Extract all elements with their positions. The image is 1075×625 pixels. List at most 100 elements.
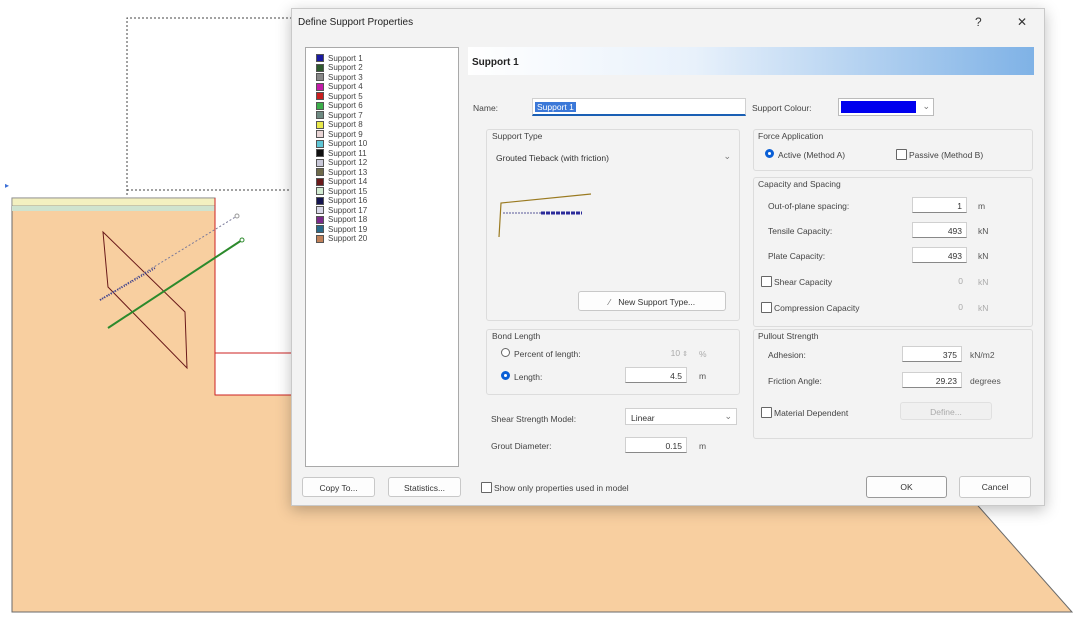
adhesion-unit: kN/m2: [970, 350, 995, 360]
support-list-item[interactable]: Support 17: [316, 205, 367, 215]
friction-angle-label: Friction Angle:: [768, 376, 822, 386]
support-color-swatch: [316, 158, 324, 167]
length-unit: m: [699, 371, 707, 381]
chevron-down-icon: ⌄: [922, 101, 930, 111]
shear-strength-model-select[interactable]: Linear ⌄: [625, 408, 737, 425]
support-list-item[interactable]: Support 8: [316, 120, 363, 130]
spinner-icon[interactable]: ⇕: [682, 351, 688, 358]
support-color-swatch: [316, 111, 324, 119]
support-list-label: Support 9: [328, 129, 363, 139]
support-list-label: Support 16: [328, 196, 368, 205]
material-dependent-checkbox[interactable]: [761, 407, 772, 418]
dialog-titlebar[interactable]: Define Support Properties ? ✕: [292, 9, 1044, 37]
name-input[interactable]: Support 1: [532, 98, 746, 116]
support-list-item[interactable]: Support 12: [316, 158, 367, 168]
support-list-item[interactable]: Support 16: [316, 196, 367, 206]
pullout-strength-label: Pullout Strength: [758, 331, 819, 341]
support-list-label: Support 17: [328, 205, 368, 215]
support-list-item[interactable]: Support 4: [316, 82, 363, 92]
percent-length-radio[interactable]: [501, 348, 510, 357]
support-color-swatch: [316, 54, 324, 62]
support-list-item[interactable]: Support 6: [316, 101, 363, 111]
length-label: Length:: [514, 372, 543, 382]
support-list-item[interactable]: Support 9: [316, 129, 363, 139]
support-list-item[interactable]: Support 14: [316, 177, 367, 187]
support-list-item[interactable]: Support 11: [316, 148, 367, 158]
support-list[interactable]: Support 1 Support 2 Support 3 Support 4 Supp…: [305, 47, 459, 467]
cancel-button[interactable]: Cancel: [959, 476, 1031, 498]
grout-diameter-unit: m: [699, 441, 707, 451]
support-list-label: Support 12: [328, 158, 368, 167]
capacity-row-input[interactable]: 0: [912, 273, 967, 289]
support-type-select[interactable]: Grouted Tieback (with friction) ⌄: [491, 149, 735, 166]
friction-angle-input[interactable]: 29.23: [902, 372, 962, 388]
name-label: Name:: [473, 103, 499, 113]
active-method-label: Active (Method A): [778, 150, 846, 160]
support-list-label: Support 4: [328, 82, 363, 91]
close-button[interactable]: ✕: [1017, 15, 1027, 29]
support-header: Support 1: [468, 47, 1034, 75]
capacity-row-unit: kN: [978, 303, 989, 313]
support-list-label: Support 18: [328, 215, 368, 224]
support-list-label: Support 10: [328, 139, 368, 148]
support-color-swatch: [316, 63, 324, 72]
support-list-item[interactable]: Support 7: [316, 110, 363, 120]
capacity-row-input[interactable]: 493: [912, 222, 967, 238]
capacity-row-input[interactable]: 0: [912, 299, 967, 315]
support-list-item[interactable]: Support 1: [316, 53, 363, 63]
material-dependent-label: Material Dependent: [774, 408, 849, 418]
adhesion-input[interactable]: 375: [902, 346, 962, 362]
copy-to-button[interactable]: Copy To...: [302, 477, 375, 497]
define-button[interactable]: Define...: [900, 402, 992, 420]
surface-layer: [11, 197, 216, 207]
percent-length-input[interactable]: 10 ⇕: [652, 345, 692, 361]
support-list-label: Support 11: [328, 148, 367, 158]
capacity-row-label: Compression Capacity: [774, 303, 860, 313]
shear-capacity-checkbox[interactable]: [761, 276, 772, 287]
support-list-item[interactable]: Support 10: [316, 139, 367, 149]
support-list-item[interactable]: Support 19: [316, 224, 367, 234]
support-list-label: Support 7: [328, 110, 363, 120]
support-list-label: Support 20: [328, 234, 368, 243]
shear-strength-model-label: Shear Strength Model:: [491, 414, 577, 424]
support-list-item[interactable]: Support 20: [316, 234, 367, 244]
support-list-label: Support 5: [328, 91, 363, 101]
new-support-type-button[interactable]: ⁄ New Support Type...: [578, 291, 726, 311]
support-list-item[interactable]: Support 15: [316, 186, 367, 196]
support-list-item[interactable]: Support 2: [316, 63, 363, 73]
support-list-item[interactable]: Support 3: [316, 72, 363, 82]
capacity-row-input[interactable]: 493: [912, 247, 967, 263]
wand-icon: ⁄: [608, 297, 611, 307]
capacity-spacing-label: Capacity and Spacing: [758, 179, 841, 189]
help-button[interactable]: ?: [975, 15, 982, 29]
grout-diameter-label: Grout Diameter:: [491, 441, 552, 451]
support-color-swatch: [316, 177, 324, 186]
support-colour-picker[interactable]: ⌄: [838, 98, 934, 116]
grout-diameter-input[interactable]: 0.15: [625, 437, 687, 453]
statistics-button[interactable]: Statistics...: [388, 477, 461, 497]
support-list-item[interactable]: Support 5: [316, 91, 363, 101]
force-application-label: Force Application: [758, 131, 824, 141]
define-support-properties-dialog: Define Support Properties ? ✕ Support 1S…: [291, 8, 1045, 506]
support-color-swatch: [316, 149, 324, 157]
ok-button[interactable]: OK: [866, 476, 947, 498]
compression-capacity-checkbox[interactable]: [761, 302, 772, 313]
support-list-label: Support 3: [328, 72, 363, 82]
adhesion-label: Adhesion:: [768, 350, 806, 360]
active-method-radio[interactable]: [765, 149, 774, 158]
support-color-swatch: [316, 82, 324, 91]
support-list-item[interactable]: Support 18: [316, 215, 367, 225]
support-color-swatch: [316, 206, 324, 214]
length-radio[interactable]: [501, 371, 510, 380]
length-input[interactable]: 4.5: [625, 367, 687, 383]
passive-method-checkbox[interactable]: [896, 149, 907, 160]
support-color-swatch: [316, 187, 324, 195]
surface-layer-2: [12, 206, 215, 211]
capacity-row-input[interactable]: 1: [912, 197, 967, 213]
show-only-used-checkbox[interactable]: [481, 482, 492, 493]
capacity-row-unit: kN: [978, 277, 989, 287]
chevron-down-icon: ⌄: [724, 411, 732, 421]
capacity-row-unit: m: [978, 201, 986, 211]
support-list-item[interactable]: Support 13: [316, 167, 367, 177]
support-color-swatch: [316, 234, 324, 243]
